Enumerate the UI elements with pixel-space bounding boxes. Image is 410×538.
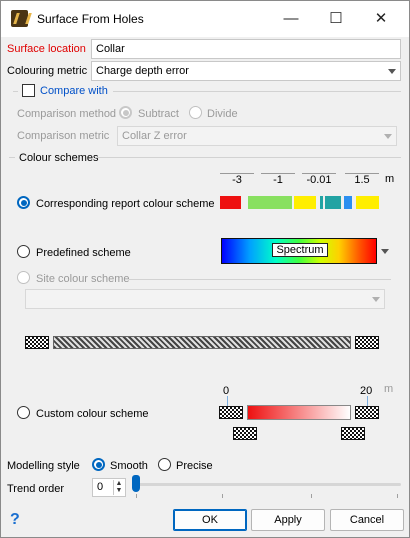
site-scheme-high-swatch: [355, 336, 379, 349]
trend-order-slider-track[interactable]: [133, 483, 401, 486]
comparison-metric-select[interactable]: Collar Z error: [117, 126, 397, 146]
site-scheme-low-swatch: [25, 336, 49, 349]
dialog-window: Surface From Holes — ☐ ✕ Surface locatio…: [0, 0, 410, 538]
custom-high-swatch[interactable]: [355, 406, 379, 419]
colour-schemes-label: Colour schemes: [19, 152, 99, 164]
custom-unit-label: m: [384, 383, 394, 395]
site-scheme-divider: [129, 279, 391, 280]
close-button[interactable]: ✕: [364, 7, 398, 31]
slider-tick: [397, 494, 398, 498]
compare-group-border-right: [113, 91, 401, 92]
surface-location-input[interactable]: Collar: [91, 39, 401, 59]
surface-location-label: Surface location: [7, 43, 86, 55]
custom-min-marker: [227, 396, 228, 406]
comparison-method-label: Comparison method: [17, 108, 117, 120]
precise-radio[interactable]: [158, 458, 171, 471]
site-scheme-bar: [53, 336, 351, 349]
chevron-down-icon: [388, 69, 396, 74]
trend-order-value: 0: [97, 481, 104, 493]
apply-button[interactable]: Apply: [251, 509, 325, 531]
colour-schemes-border-left: [9, 157, 15, 158]
custom-low-marker-swatch[interactable]: [233, 427, 257, 440]
spectrum-gradient: Spectrum: [221, 238, 377, 264]
swatch-teal: [325, 196, 341, 209]
comparison-metric-value: Collar Z error: [122, 130, 187, 142]
minimize-button[interactable]: —: [274, 7, 308, 31]
swatch-red: [220, 196, 241, 209]
slider-tick: [311, 494, 312, 498]
site-scheme-radio[interactable]: [17, 271, 30, 284]
colour-schemes-border-right: [95, 157, 401, 158]
slider-tick: [222, 494, 223, 498]
custom-low-swatch[interactable]: [219, 406, 243, 419]
custom-high-marker-swatch[interactable]: [341, 427, 365, 440]
colouring-metric-value: Charge depth error: [96, 65, 189, 77]
compare-with-label: Compare with: [40, 85, 108, 97]
spin-arrows-icon[interactable]: ▲ ▼: [113, 480, 124, 495]
predefined-scheme-label: Predefined scheme: [36, 247, 131, 259]
swatch-yellow-2: [356, 196, 379, 209]
compare-group-border: [13, 91, 18, 92]
divide-radio[interactable]: [189, 106, 202, 119]
trend-order-spinbox[interactable]: 0 ▲ ▼: [92, 478, 126, 497]
custom-max-marker: [367, 396, 368, 406]
title-bar: Surface From Holes — ☐ ✕: [1, 1, 409, 37]
custom-scheme-label: Custom colour scheme: [36, 408, 149, 420]
report-tick-label: 1.5: [345, 173, 379, 187]
swatch-blue: [344, 196, 352, 209]
corresponding-report-radio[interactable]: [17, 196, 30, 209]
smooth-radio[interactable]: [92, 458, 105, 471]
swatch-teal-thin: [320, 196, 323, 209]
precise-label: Precise: [176, 460, 213, 472]
divide-label: Divide: [207, 108, 238, 120]
custom-scheme-radio[interactable]: [17, 406, 30, 419]
chevron-down-icon: [381, 249, 389, 254]
subtract-label: Subtract: [138, 108, 179, 120]
chevron-down-icon: [372, 297, 380, 302]
subtract-radio[interactable]: [119, 106, 132, 119]
colouring-metric-label: Colouring metric: [7, 65, 88, 77]
spectrum-label: Spectrum: [272, 243, 328, 257]
trend-order-slider-thumb[interactable]: [132, 475, 140, 492]
swatch-yellow: [294, 196, 316, 209]
colouring-metric-select[interactable]: Charge depth error: [91, 61, 401, 81]
report-tick-label: -1: [261, 173, 295, 187]
slider-tick: [136, 494, 137, 498]
compare-with-checkbox[interactable]: [22, 84, 35, 97]
help-icon[interactable]: ?: [10, 511, 20, 529]
cancel-button[interactable]: Cancel: [330, 509, 404, 531]
site-scheme-label: Site colour scheme: [36, 273, 130, 285]
smooth-label: Smooth: [110, 460, 148, 472]
report-tick-label: -3: [220, 173, 254, 187]
app-logo-icon: [11, 10, 28, 27]
comparison-metric-label: Comparison metric: [17, 130, 110, 142]
window-title: Surface From Holes: [37, 12, 144, 26]
site-scheme-select[interactable]: [25, 289, 385, 309]
swatch-green: [248, 196, 292, 209]
predefined-scheme-radio[interactable]: [17, 245, 30, 258]
report-unit-label: m: [385, 173, 395, 185]
corresponding-report-label: Corresponding report colour scheme: [36, 198, 215, 210]
report-tick-label: -0.01: [302, 173, 336, 187]
trend-order-label: Trend order: [7, 483, 65, 495]
maximize-button[interactable]: ☐: [319, 7, 353, 31]
chevron-down-icon: [384, 134, 392, 139]
modelling-style-label: Modelling style: [7, 460, 80, 472]
custom-gradient-bar[interactable]: [247, 405, 351, 420]
ok-button[interactable]: OK: [173, 509, 247, 531]
